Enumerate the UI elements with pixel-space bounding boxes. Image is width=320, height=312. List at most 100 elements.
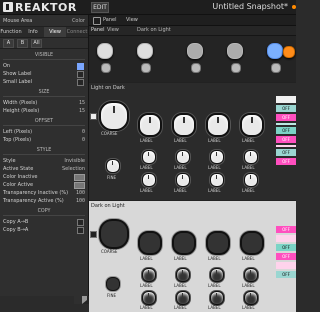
- color-inactive-picker[interactable]: [74, 174, 85, 181]
- fine-label: FINE: [107, 175, 116, 180]
- toggle-off-5[interactable]: OFF: [276, 149, 296, 156]
- knob-8[interactable]: [244, 150, 258, 164]
- button-a[interactable]: A: [3, 38, 14, 48]
- toggle-off-2[interactable]: OFF: [276, 114, 296, 121]
- knob-4-light[interactable]: [240, 231, 264, 255]
- toggle-strip-1[interactable]: [276, 123, 296, 125]
- tab-function[interactable]: Function: [0, 27, 22, 37]
- small-top-knob-3[interactable]: [191, 63, 201, 73]
- top-knob-2[interactable]: [137, 43, 153, 59]
- toggle-off-6[interactable]: OFF: [276, 158, 296, 165]
- small-top-knob-4[interactable]: [231, 63, 241, 73]
- knob-6-light[interactable]: [176, 268, 190, 282]
- knob-5[interactable]: [142, 150, 156, 164]
- edit-button[interactable]: EDIT: [91, 2, 109, 13]
- copy-a-b-button[interactable]: [77, 219, 84, 226]
- transparency-inactive-value[interactable]: 100: [76, 190, 85, 196]
- toggle-light-6[interactable]: OFF: [276, 271, 296, 278]
- tab-view[interactable]: View: [44, 27, 66, 37]
- knob-10[interactable]: [176, 173, 190, 187]
- style-select[interactable]: Invisible: [64, 158, 85, 164]
- copy-b-a-button[interactable]: [77, 227, 84, 234]
- toggle-off-4[interactable]: OFF: [276, 136, 296, 143]
- small-label-checkbox[interactable]: [77, 79, 84, 86]
- width-label: Width (Pixels): [3, 100, 38, 106]
- knob-10-light[interactable]: [176, 291, 190, 305]
- toggle-light-4[interactable]: OFF: [276, 253, 296, 260]
- left-value[interactable]: 0: [82, 129, 85, 135]
- knob-8-light[interactable]: [244, 268, 258, 282]
- toolbar-view-label[interactable]: View: [126, 17, 138, 23]
- toggle-strip-2[interactable]: [276, 145, 296, 147]
- top-value[interactable]: 0: [82, 137, 85, 143]
- snapshot-title[interactable]: Untitled Snapshot*: [212, 2, 288, 11]
- breadcrumb-item-panel[interactable]: Panel: [91, 27, 105, 33]
- knob-6[interactable]: [176, 150, 190, 164]
- knob-11[interactable]: [210, 173, 224, 187]
- app-titlebar: REAKTOR EDIT Untitled Snapshot*: [0, 0, 296, 304]
- knob-5-light[interactable]: [142, 268, 156, 282]
- knob-9-light[interactable]: [142, 291, 156, 305]
- knob-4[interactable]: [240, 113, 264, 137]
- toggle-off-3[interactable]: OFF: [276, 127, 296, 134]
- top-knob-row: [89, 36, 296, 82]
- button-all[interactable]: All: [31, 38, 42, 48]
- breadcrumb-item-view[interactable]: View: [107, 27, 119, 33]
- knob-3-light[interactable]: [206, 231, 230, 255]
- knob-11-light[interactable]: [210, 291, 224, 305]
- coarse-knob[interactable]: [99, 101, 129, 131]
- knob-12-light[interactable]: [244, 291, 258, 305]
- small-top-knob-5[interactable]: [271, 63, 281, 73]
- panel-toggle-icon[interactable]: [93, 17, 101, 25]
- toggle-off-1[interactable]: OFF: [276, 105, 296, 112]
- show-label-checkbox[interactable]: [77, 71, 84, 78]
- row-copy-b-a: Copy B→A: [3, 226, 85, 234]
- transparency-active-value[interactable]: 100: [76, 198, 85, 204]
- fine-knob-2[interactable]: [106, 277, 120, 291]
- toggle-light-3[interactable]: OFF: [276, 244, 296, 251]
- panel-select-box[interactable]: [90, 113, 97, 120]
- light-on-dark-title: Light on Dark: [91, 85, 125, 91]
- active-state-select[interactable]: Selection: [62, 166, 85, 172]
- knob-9[interactable]: [142, 173, 156, 187]
- coarse-knob-2[interactable]: [99, 219, 129, 249]
- snapshot-modified-indicator: [292, 5, 296, 9]
- row-color-inactive: Color Inactive: [3, 173, 85, 181]
- row-show-label-label: Show Label: [3, 71, 32, 77]
- tab-connect[interactable]: Connect: [66, 27, 88, 37]
- section-size: SIZE: [3, 90, 85, 97]
- knob-2[interactable]: [172, 113, 196, 137]
- knob-7-light[interactable]: [210, 268, 224, 282]
- app-title: REAKTOR: [15, 1, 77, 14]
- panel-select-box-2[interactable]: [90, 231, 97, 238]
- instrument-toolbar: Panel View: [89, 15, 296, 26]
- knob-7[interactable]: [210, 150, 224, 164]
- knob-2-light[interactable]: [172, 231, 196, 255]
- width-value[interactable]: 15: [79, 100, 85, 106]
- top-knob-5[interactable]: [267, 43, 283, 59]
- knob-3[interactable]: [206, 113, 230, 137]
- row-style: Style Invisible: [3, 157, 85, 165]
- top-knob-1[interactable]: [97, 43, 113, 59]
- knob-12-label: LABEL: [242, 188, 255, 193]
- small-top-knob-2[interactable]: [141, 63, 151, 73]
- on-checkbox[interactable]: [77, 63, 84, 70]
- knob-12[interactable]: [244, 173, 258, 187]
- toggle-light-2[interactable]: [276, 235, 296, 242]
- top-knob-3[interactable]: [187, 43, 203, 59]
- button-b[interactable]: B: [17, 38, 28, 48]
- knob-1[interactable]: [138, 113, 162, 137]
- top-knob-4[interactable]: [227, 43, 243, 59]
- color-active-picker[interactable]: [74, 182, 85, 189]
- fine-knob[interactable]: [106, 159, 120, 173]
- tab-info[interactable]: Info: [22, 27, 44, 37]
- copy-b-a-label: Copy B→A: [3, 227, 29, 233]
- toggle-1[interactable]: [276, 96, 296, 103]
- small-top-knob-1[interactable]: [101, 63, 111, 73]
- height-value[interactable]: 15: [79, 108, 85, 114]
- toggle-light-1[interactable]: OFF: [276, 226, 296, 233]
- top-knob-6[interactable]: [283, 46, 295, 58]
- knob-1-light[interactable]: [138, 231, 162, 255]
- toggle-light-5[interactable]: [276, 262, 296, 269]
- toolbar-panel-label[interactable]: Panel: [103, 17, 117, 23]
